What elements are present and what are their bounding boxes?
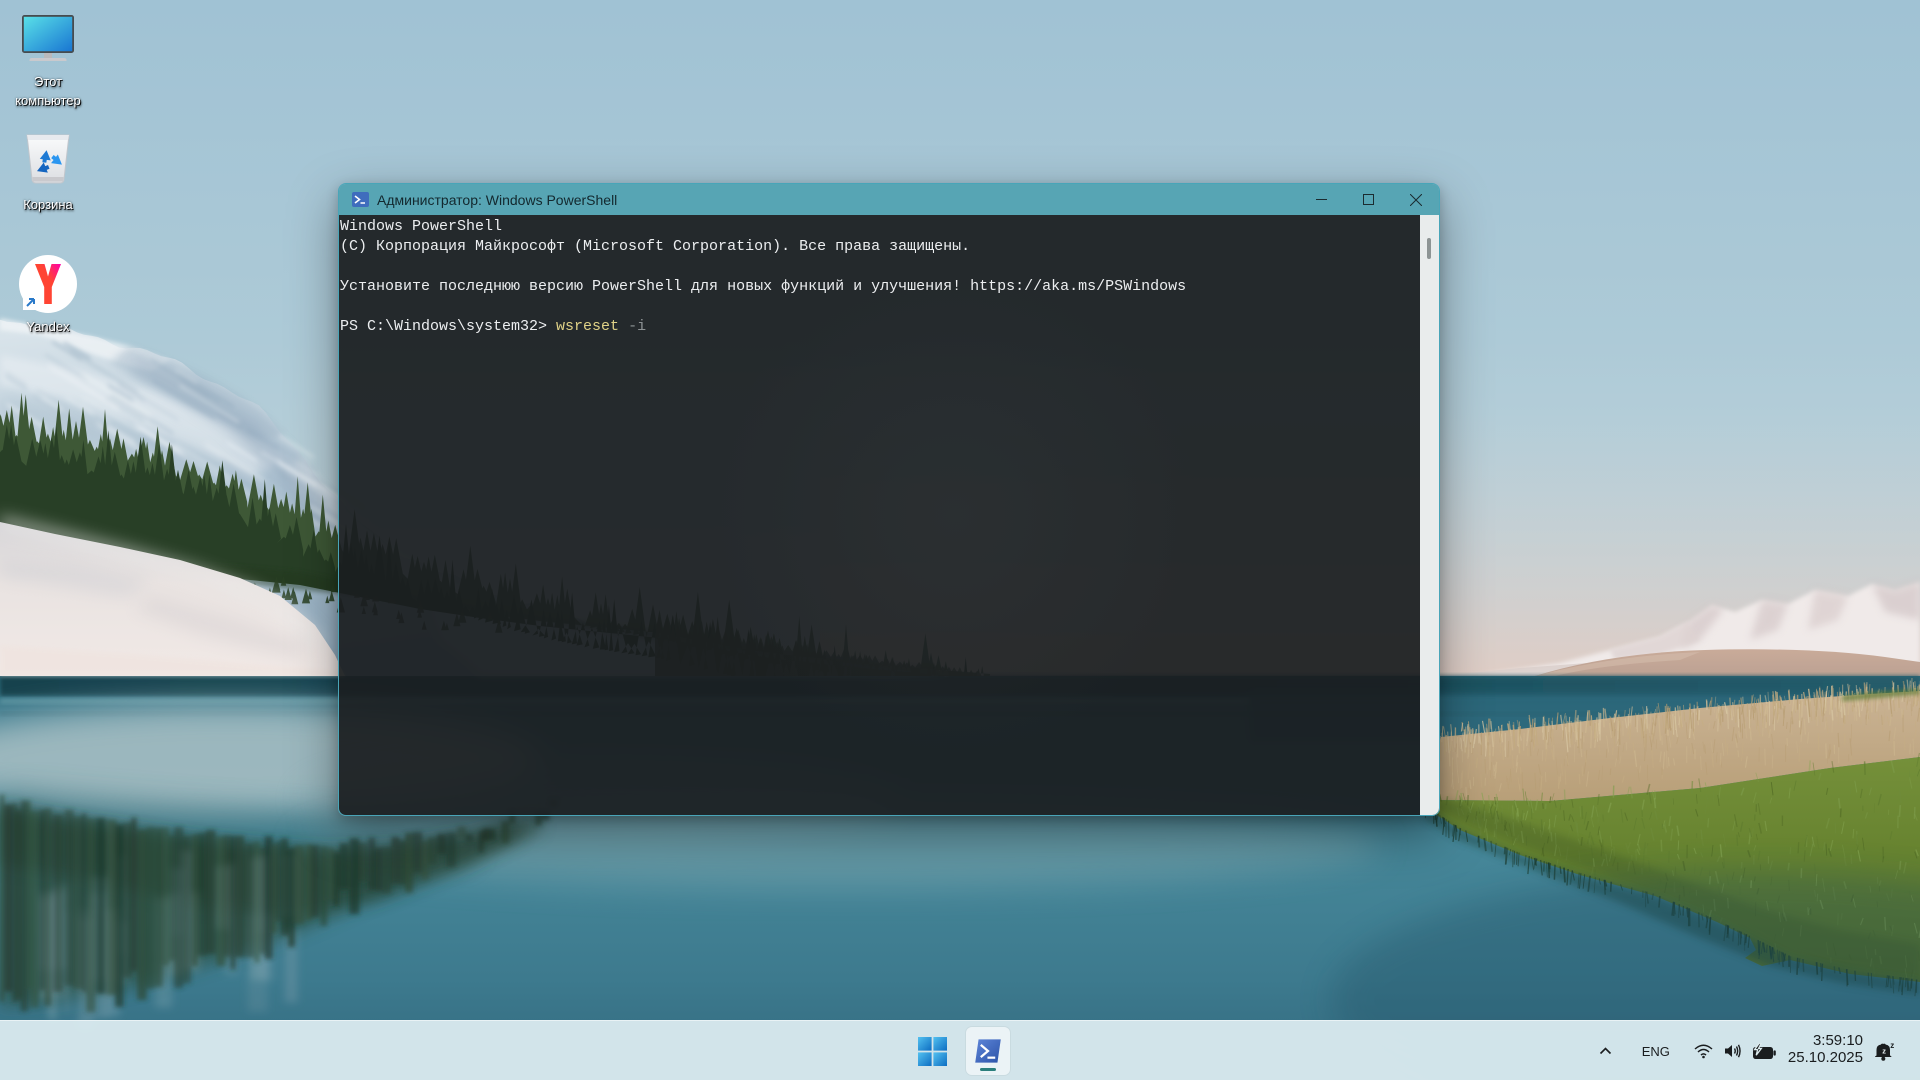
svg-text:z: z bbox=[1882, 1046, 1886, 1055]
svg-text:z: z bbox=[1890, 1042, 1894, 1050]
